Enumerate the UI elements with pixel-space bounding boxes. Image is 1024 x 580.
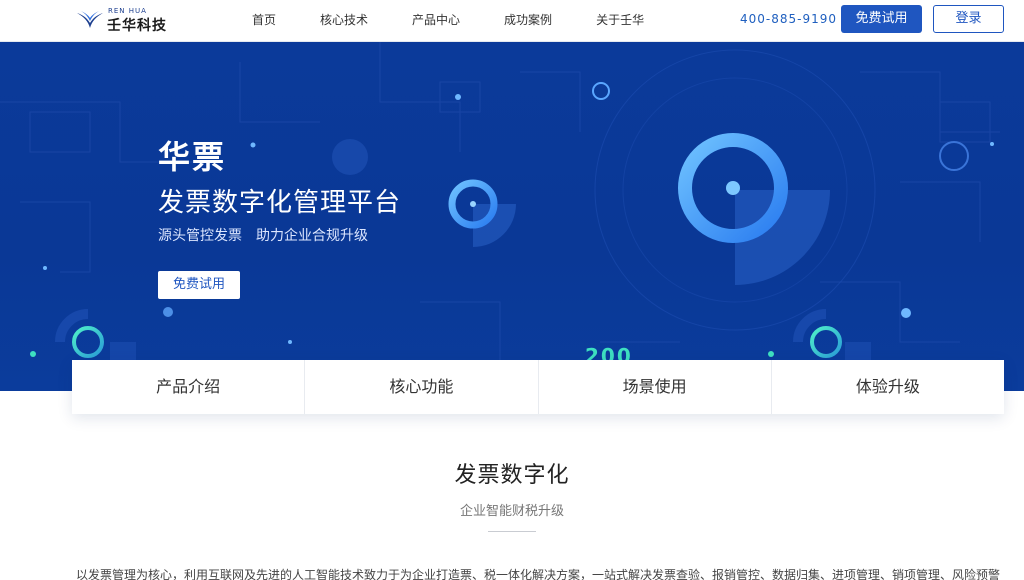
tab-scenarios[interactable]: 场景使用 [539, 360, 772, 414]
login-button[interactable]: 登录 [933, 5, 1004, 33]
tab-experience-upgrade[interactable]: 体验升级 [772, 360, 1004, 414]
tab-core-features[interactable]: 核心功能 [305, 360, 539, 414]
nav-item-cases[interactable]: 成功案例 [482, 0, 574, 42]
section-title: 发票数字化 [454, 463, 570, 488]
hero-subtitle: 发票数字化管理平台 [158, 188, 402, 218]
main-nav: 首页 核心技术 产品中心 成功案例 关于壬华 [230, 0, 666, 42]
section-description: 以发票管理为核心，利用互联网及先进的人工智能技术致力于为企业打造票、税一体化解决… [76, 568, 1001, 580]
tab-product-intro[interactable]: 产品介绍 [72, 360, 306, 414]
company-logo[interactable]: REN HUA 壬华科技 [76, 6, 186, 36]
bird-logo-icon [77, 11, 103, 28]
nav-item-about[interactable]: 关于壬华 [574, 0, 666, 42]
nav-item-home[interactable]: 首页 [230, 0, 298, 42]
hero-decoration [0, 42, 1000, 391]
hero-tagline: 源头管控发票 助力企业合规升级 [158, 228, 368, 244]
hero-free-trial-button[interactable]: 免费试用 [158, 271, 240, 299]
feature-tabs: 产品介绍 核心功能 场景使用 体验升级 [72, 360, 1004, 414]
logo-english-text: REN HUA [108, 7, 147, 15]
hero-title: 华票 [158, 138, 227, 176]
section-subtitle: 企业智能财税升级 [459, 504, 564, 519]
hotline-phone: 400-885-9190 [740, 12, 838, 26]
nav-item-core-tech[interactable]: 核心技术 [298, 0, 390, 42]
logo-chinese-text: 壬华科技 [107, 18, 167, 34]
hero-banner: 200 华票 发票数字化管理平台 源头管控发票 助力企业合规升级 免费试用 [0, 42, 1024, 391]
section-divider [488, 531, 536, 532]
top-navbar: REN HUA 壬华科技 首页 核心技术 产品中心 成功案例 关于壬华 400-… [0, 0, 1024, 42]
nav-item-products[interactable]: 产品中心 [390, 0, 482, 42]
free-trial-button[interactable]: 免费试用 [841, 5, 922, 33]
